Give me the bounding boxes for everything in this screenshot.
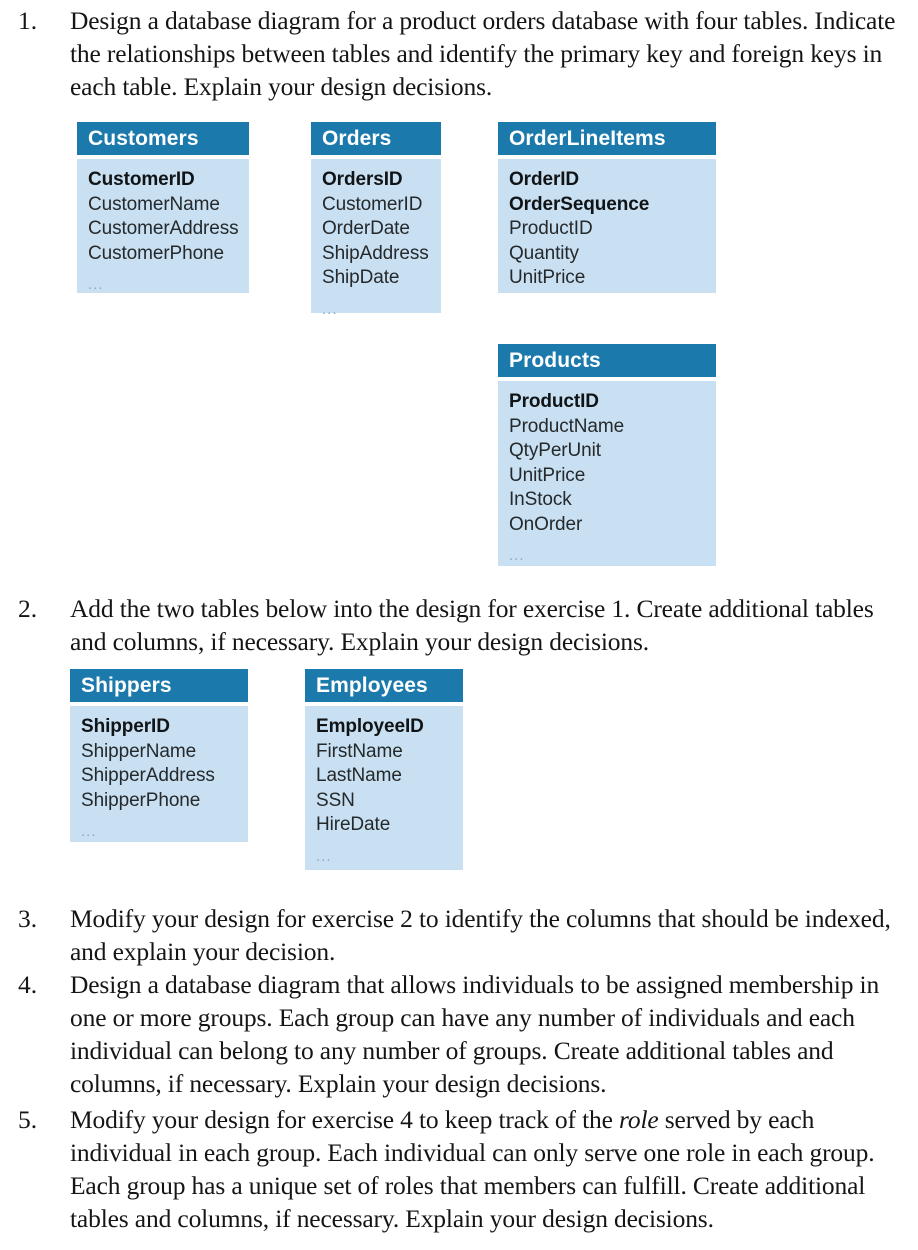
db-table-customers-title: Customers — [77, 122, 249, 155]
exercise-number-2: 2. — [18, 594, 38, 623]
exercise-item-1: 1. Design a database diagram for a produ… — [18, 4, 898, 103]
db-table-customers-ellipsis: ... — [88, 276, 104, 293]
db-table-employees-columns: EmployeeID FirstName LastName SSN HireDa… — [305, 706, 463, 838]
db-column: UnitPrice — [509, 464, 586, 486]
db-column-primary-key: OrderSequence — [509, 193, 650, 215]
exercise-number-3: 3. — [18, 904, 38, 933]
db-table-orders-ellipsis: ... — [322, 300, 338, 318]
db-table-products-ellipsis: ... — [509, 547, 525, 564]
db-column: OnOrder — [509, 513, 583, 535]
db-table-orders-title: Orders — [311, 122, 441, 155]
db-column-primary-key: EmployeeID — [316, 716, 424, 737]
db-column-primary-key: CustomerID — [88, 169, 195, 190]
db-table-employees: Employees EmployeeID FirstName LastName … — [305, 669, 463, 870]
db-column: FirstName — [316, 740, 403, 762]
db-column: QtyPerUnit — [509, 440, 601, 461]
exercise-text-5-part-a: Modify your design for exercise 4 to kee… — [70, 1105, 620, 1134]
db-table-orders: Orders OrdersID CustomerID OrderDate Shi… — [311, 122, 441, 318]
exercise-text-3: Modify your design for exercise 2 to ide… — [70, 904, 891, 966]
exercise-text-5-emphasis: role — [619, 1105, 659, 1134]
db-column: CustomerName — [88, 193, 220, 215]
db-column: CustomerPhone — [88, 242, 224, 264]
db-table-shippers-ellipsis: ... — [81, 823, 97, 840]
db-table-employees-title: Employees — [305, 669, 463, 702]
db-table-products-columns: ProductID ProductName QtyPerUnit UnitPri… — [498, 381, 716, 537]
db-table-shippers: Shippers ShipperID ShipperName ShipperAd… — [70, 669, 248, 842]
db-column: HireDate — [316, 814, 391, 835]
db-column: LastName — [316, 765, 402, 786]
db-table-employees-ellipsis: ... — [316, 847, 332, 865]
db-column: InStock — [509, 489, 572, 510]
db-column: SSN — [316, 789, 355, 811]
db-column: ShipperPhone — [81, 789, 201, 811]
db-column: CustomerID — [322, 193, 423, 215]
db-column: ShipperName — [81, 740, 197, 762]
db-table-customers: Customers CustomerID CustomerName Custom… — [77, 122, 249, 293]
exercise-item-2: 2. Add the two tables below into the des… — [18, 592, 898, 658]
db-table-orderlineitems: OrderLineItems OrderID OrderSequence Pro… — [498, 122, 716, 293]
db-column-primary-key: OrdersID — [322, 169, 403, 190]
exercise-text-1: Design a database diagram for a product … — [70, 6, 896, 101]
db-column: ShipperAddress — [81, 765, 215, 786]
db-table-shippers-columns: ShipperID ShipperName ShipperAddress Shi… — [70, 706, 248, 813]
db-column: ProductName — [509, 415, 625, 437]
db-column: CustomerAddress — [88, 218, 239, 239]
exercise-text-5: Modify your design for exercise 4 to kee… — [70, 1103, 902, 1235]
db-column: Quantity — [509, 242, 579, 264]
db-table-orders-columns: OrdersID CustomerID OrderDate ShipAddres… — [311, 159, 441, 291]
db-column-primary-key: ProductID — [509, 391, 599, 412]
exercise-number-5: 5. — [18, 1105, 38, 1134]
db-table-orderlineitems-title: OrderLineItems — [498, 122, 716, 155]
exercise-item-3: 3. Modify your design for exercise 2 to … — [18, 902, 898, 968]
db-column: UnitPrice — [509, 267, 586, 288]
exercise-text-2: Add the two tables below into the design… — [70, 594, 874, 656]
exercise-text-4: Design a database diagram that allows in… — [70, 970, 880, 1098]
exercise-number-1: 1. — [18, 6, 38, 35]
db-column: OrderDate — [322, 218, 410, 239]
db-column-primary-key: OrderID — [509, 169, 580, 190]
db-table-products: Products ProductID ProductName QtyPerUni… — [498, 344, 716, 566]
db-table-products-title: Products — [498, 344, 716, 377]
db-table-customers-columns: CustomerID CustomerName CustomerAddress … — [77, 159, 249, 266]
db-column: ShipAddress — [322, 242, 429, 264]
exercise-item-4: 4. Design a database diagram that allows… — [18, 968, 902, 1100]
exercise-item-5: 5. Modify your design for exercise 4 to … — [18, 1103, 902, 1235]
db-column: ProductID — [509, 218, 593, 239]
db-column: ShipDate — [322, 267, 400, 288]
exercise-number-4: 4. — [18, 970, 38, 999]
db-table-shippers-title: Shippers — [70, 669, 248, 702]
db-table-orderlineitems-columns: OrderID OrderSequence ProductID Quantity… — [498, 159, 716, 291]
db-column-primary-key: ShipperID — [81, 716, 170, 737]
